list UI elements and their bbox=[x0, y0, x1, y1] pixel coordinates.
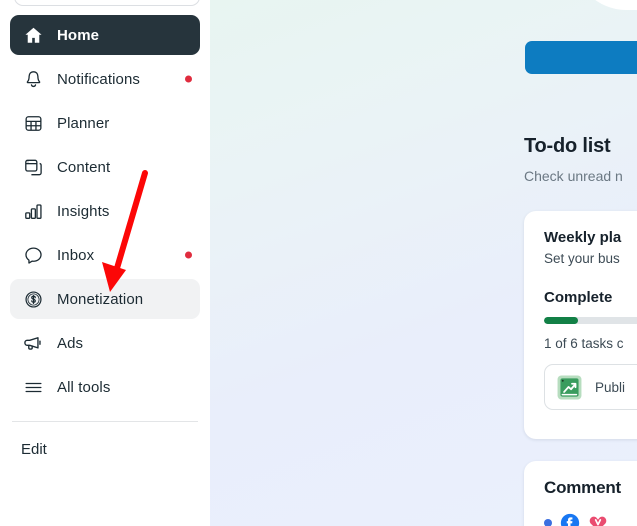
bar-chart-icon bbox=[20, 198, 46, 224]
weekly-plan-task-label: Publi bbox=[595, 379, 626, 395]
main-content-area: To-do list Check unread n Weekly pla Set… bbox=[210, 0, 637, 526]
sidebar-item-label: Notifications bbox=[57, 70, 141, 88]
inbox-badge-dot bbox=[185, 251, 192, 259]
sidebar-edit-label: Edit bbox=[21, 440, 47, 458]
sidebar-edit-button[interactable]: Edit bbox=[0, 430, 210, 468]
app-root: Home Notifications Planner Content Insig… bbox=[0, 0, 637, 526]
content-stack-icon bbox=[20, 154, 46, 180]
heart-badge-icon bbox=[588, 513, 608, 526]
weekly-plan-task-item[interactable]: Publi bbox=[544, 364, 637, 410]
sidebar-item-content[interactable]: Content bbox=[10, 147, 200, 187]
facebook-icon bbox=[560, 513, 580, 526]
sidebar-item-label: Planner bbox=[57, 114, 110, 132]
home-icon bbox=[20, 22, 46, 48]
sidebar-item-inbox[interactable]: Inbox bbox=[10, 235, 200, 275]
calendar-grid-icon bbox=[20, 110, 46, 136]
weekly-plan-tasks-count: 1 of 6 tasks c bbox=[544, 336, 624, 351]
todo-list-title: To-do list bbox=[524, 135, 611, 157]
sidebar-item-label: Content bbox=[57, 158, 111, 176]
content-inner: To-do list Check unread n Weekly pla Set… bbox=[210, 0, 637, 526]
sidebar-item-monetization[interactable]: Monetization bbox=[10, 279, 200, 319]
sidebar: Home Notifications Planner Content Insig… bbox=[0, 0, 210, 526]
sidebar-nav-list: Home Notifications Planner Content Insig… bbox=[0, 0, 210, 407]
sidebar-item-label: Monetization bbox=[57, 290, 144, 308]
notification-badge-dot bbox=[185, 75, 192, 83]
todo-list-subtitle: Check unread n bbox=[524, 168, 623, 184]
weekly-plan-title: Weekly pla bbox=[544, 229, 622, 246]
bell-icon bbox=[20, 66, 46, 92]
sidebar-top-search-stub[interactable] bbox=[14, 0, 200, 6]
sidebar-item-home[interactable]: Home bbox=[10, 15, 200, 55]
primary-cta-button[interactable] bbox=[525, 41, 637, 74]
comments-card-icon-row bbox=[544, 513, 637, 526]
blue-dot-icon bbox=[544, 519, 552, 526]
sidebar-item-label: Insights bbox=[57, 202, 110, 220]
growth-chart-icon bbox=[555, 373, 583, 401]
sidebar-item-ads[interactable]: Ads bbox=[10, 323, 200, 363]
sidebar-item-insights[interactable]: Insights bbox=[10, 191, 200, 231]
hamburger-icon bbox=[20, 374, 46, 400]
sidebar-item-label: Ads bbox=[57, 334, 84, 352]
weekly-plan-progress-fill bbox=[544, 317, 578, 324]
sidebar-divider bbox=[12, 421, 198, 422]
chat-bubble-icon bbox=[20, 242, 46, 268]
sidebar-item-label: All tools bbox=[57, 378, 111, 396]
sidebar-item-planner[interactable]: Planner bbox=[10, 103, 200, 143]
weekly-plan-progress-bar bbox=[544, 317, 637, 324]
comments-card[interactable]: Comment bbox=[524, 461, 637, 526]
dollar-circle-icon bbox=[20, 286, 46, 312]
sidebar-item-all-tools[interactable]: All tools bbox=[10, 367, 200, 407]
sidebar-item-notifications[interactable]: Notifications bbox=[10, 59, 200, 99]
weekly-plan-subtitle: Set your bus bbox=[544, 251, 620, 266]
megaphone-icon bbox=[20, 330, 46, 356]
comments-card-title: Comment bbox=[544, 478, 621, 497]
sidebar-item-label: Home bbox=[57, 26, 100, 44]
weekly-plan-complete-heading: Complete bbox=[544, 289, 613, 306]
sidebar-item-label: Inbox bbox=[57, 246, 95, 264]
weekly-plan-card[interactable]: Weekly pla Set your bus Complete 1 of 6 … bbox=[524, 211, 637, 439]
top-white-blob-decoration bbox=[574, 0, 637, 10]
